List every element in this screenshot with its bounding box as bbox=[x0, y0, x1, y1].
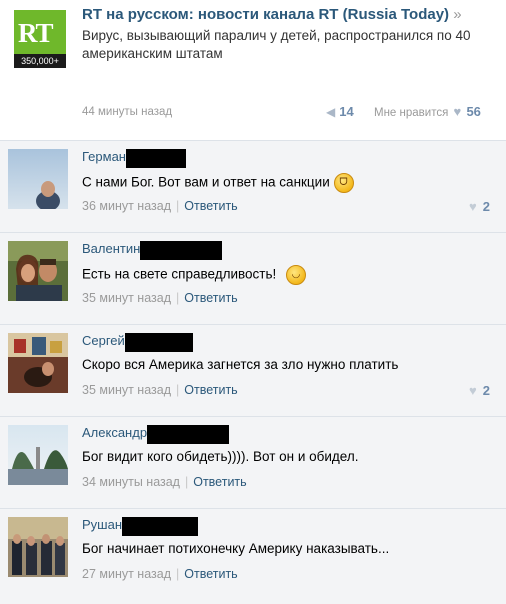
heart-icon: ♥ bbox=[453, 104, 462, 119]
author-name[interactable]: Герман bbox=[82, 149, 126, 164]
post-card: RT 350,000+ RT на русском: новости канал… bbox=[0, 0, 506, 140]
author-name[interactable]: Рушан bbox=[82, 517, 122, 532]
chevron-right-icon: » bbox=[453, 6, 462, 23]
comment-meta: 27 минут назад | Ответить bbox=[82, 567, 238, 581]
laughing-emoji-icon: ᗜ bbox=[333, 173, 354, 193]
comment-like-button[interactable]: ♥ 2 bbox=[469, 383, 490, 398]
post-title-link[interactable]: RT на русском: новости канала RT (Russia… bbox=[82, 6, 449, 23]
comment-author[interactable]: Александр bbox=[82, 425, 230, 444]
smiling-emoji-icon: ◡ bbox=[286, 265, 307, 285]
share-count: 14 bbox=[339, 104, 354, 119]
avatar[interactable] bbox=[8, 241, 68, 301]
comment-time[interactable]: 36 минут назад bbox=[82, 199, 171, 213]
post-title[interactable]: RT на русском: новости канала RT (Russia… bbox=[82, 6, 492, 23]
meta-separator: | bbox=[176, 291, 180, 305]
comment-text: С нами Бог. Вот вам и ответ на санкции ᗜ bbox=[82, 173, 492, 193]
rt-logo[interactable]: RT 350,000+ bbox=[14, 10, 66, 68]
avatar[interactable] bbox=[8, 425, 68, 485]
redaction-bar bbox=[125, 149, 186, 168]
comment-meta: 34 минуты назад | Ответить bbox=[82, 475, 247, 489]
comment-author[interactable]: Сергей bbox=[82, 333, 193, 352]
comment-time[interactable]: 34 минуты назад bbox=[82, 475, 180, 489]
subscriber-count: 350,000+ bbox=[14, 54, 66, 68]
comment-item: Герман С нами Бог. Вот вам и ответ на са… bbox=[0, 141, 506, 233]
avatar[interactable] bbox=[8, 149, 68, 209]
heart-icon: ♥ bbox=[469, 383, 477, 398]
comment-item: Александр Бог видит кого обидеть)))). Во… bbox=[0, 417, 506, 509]
redaction-bar bbox=[147, 425, 230, 444]
reply-button[interactable]: Ответить bbox=[184, 291, 237, 305]
redaction-bar bbox=[122, 517, 199, 536]
reply-button[interactable]: Ответить bbox=[184, 567, 237, 581]
comment-like-count: 2 bbox=[482, 199, 490, 214]
like-count: 56 bbox=[466, 104, 481, 119]
redaction-bar bbox=[124, 333, 193, 352]
meta-separator: | bbox=[176, 383, 180, 397]
comment-text: Бог начинает потихонечку Америку наказыв… bbox=[82, 541, 390, 556]
comment-meta: 35 минут назад | Ответить bbox=[82, 383, 238, 397]
post-meta: 44 минуты назад ◀ 14 Мне нравится ♥ 56 bbox=[82, 104, 492, 122]
comment-item: Рушан Бог начинает потихонечку Америку н… bbox=[0, 509, 506, 601]
comment-item: Сергей Скоро вся Америка загнется за зло… bbox=[0, 325, 506, 417]
comment-like-count: 2 bbox=[482, 383, 490, 398]
meta-separator: | bbox=[176, 567, 180, 581]
megaphone-icon: ◀ bbox=[326, 105, 336, 119]
author-name[interactable]: Валентин bbox=[82, 241, 140, 256]
reply-button[interactable]: Ответить bbox=[193, 475, 246, 489]
post-time[interactable]: 44 минуты назад bbox=[82, 106, 172, 118]
comment-author[interactable]: Валентин bbox=[82, 241, 223, 260]
heart-icon: ♥ bbox=[469, 199, 477, 214]
comment-author[interactable]: Рушан bbox=[82, 517, 199, 536]
like-label: Мне нравится bbox=[374, 107, 449, 119]
comment-item: Валентин Есть на свете справедливость! ◡… bbox=[0, 233, 506, 325]
like-button[interactable]: Мне нравится ♥ 56 bbox=[374, 104, 481, 119]
meta-separator: | bbox=[184, 475, 189, 489]
post-text: Вирус, вызывающий паралич у детей, распр… bbox=[82, 28, 471, 61]
comment-text-content: Есть на свете справедливость! bbox=[82, 266, 277, 282]
comment-text: Скоро вся Америка загнется за зло нужно … bbox=[82, 357, 399, 372]
avatar[interactable] bbox=[8, 517, 68, 577]
share-button[interactable]: ◀ 14 bbox=[326, 104, 354, 119]
comment-time[interactable]: 35 минут назад bbox=[82, 383, 171, 397]
meta-separator: | bbox=[176, 199, 180, 213]
author-name[interactable]: Сергей bbox=[82, 333, 125, 348]
comment-meta: 36 минут назад | Ответить bbox=[82, 199, 238, 213]
rt-logo-letters: RT bbox=[18, 18, 54, 48]
reply-button[interactable]: Ответить bbox=[184, 383, 237, 397]
comment-like-button[interactable]: ♥ 2 bbox=[469, 199, 490, 214]
avatar[interactable] bbox=[8, 333, 68, 393]
comment-text-content: С нами Бог. Вот вам и ответ на санкции bbox=[82, 174, 330, 190]
comment-author[interactable]: Герман bbox=[82, 149, 186, 168]
reply-button[interactable]: Ответить bbox=[184, 199, 237, 213]
comment-time[interactable]: 27 минут назад bbox=[82, 567, 171, 581]
comment-time[interactable]: 35 минут назад bbox=[82, 291, 171, 305]
author-name[interactable]: Александр bbox=[82, 425, 147, 440]
comment-text: Есть на свете справедливость! ◡ bbox=[82, 265, 492, 285]
comment-meta: 35 минут назад | Ответить bbox=[82, 291, 238, 305]
comment-text: Бог видит кого обидеть)))). Вот он и оби… bbox=[82, 449, 359, 464]
redaction-bar bbox=[140, 241, 223, 260]
